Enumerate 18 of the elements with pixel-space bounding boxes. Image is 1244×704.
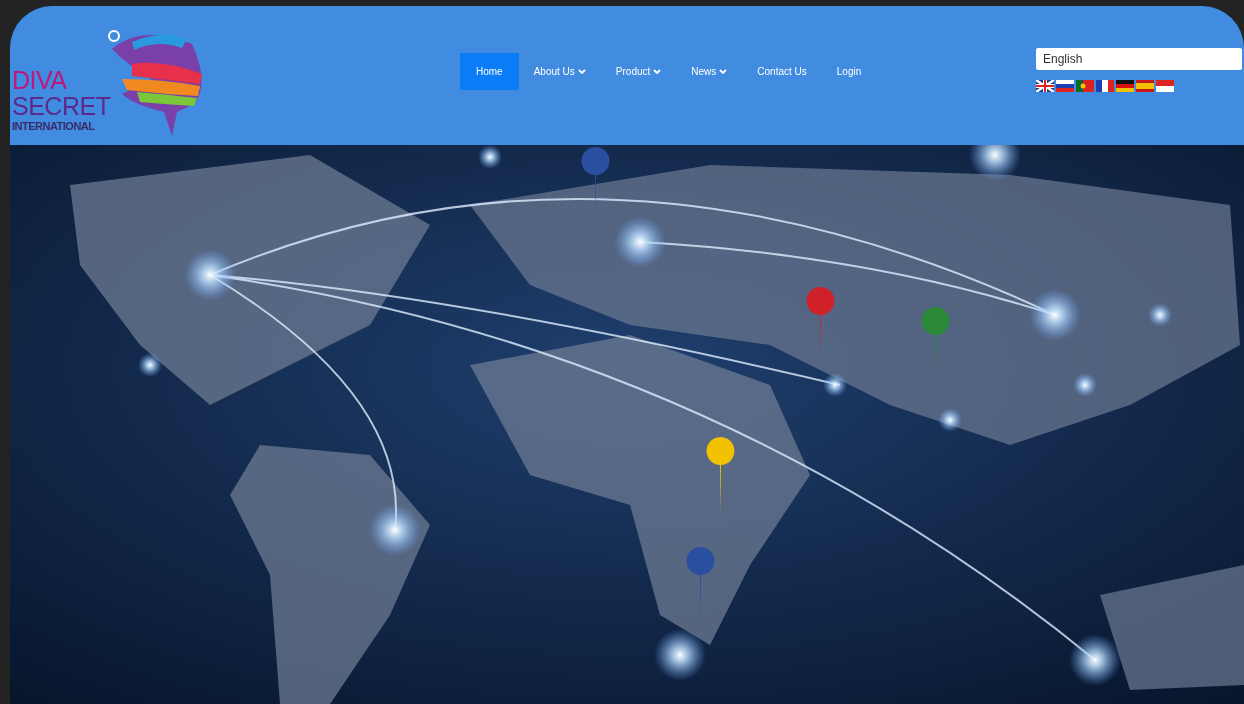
chevron-down-icon [577,68,586,75]
nav-link[interactable]: Login [821,53,877,90]
flag-icon[interactable] [1096,80,1114,92]
chevron-down-icon [653,68,662,75]
nav-link[interactable]: About Us [518,53,601,90]
flag-icon[interactable] [1116,80,1134,92]
flag-icon[interactable] [1036,80,1054,92]
chevron-down-icon [719,68,728,75]
language-select[interactable]: English [1036,48,1242,70]
flag-icon[interactable] [1156,80,1174,92]
logo-text: DIVA [12,68,67,93]
flag-icon[interactable] [1056,80,1074,92]
nav-link[interactable]: Product [600,53,677,90]
logo-text: SECRET [12,94,111,119]
nav-link[interactable]: Contact Us [742,53,822,90]
nav-link[interactable]: News [676,53,743,90]
logo-text: INTERNATIONAL [12,121,95,132]
nav-link[interactable]: Home [460,53,519,90]
